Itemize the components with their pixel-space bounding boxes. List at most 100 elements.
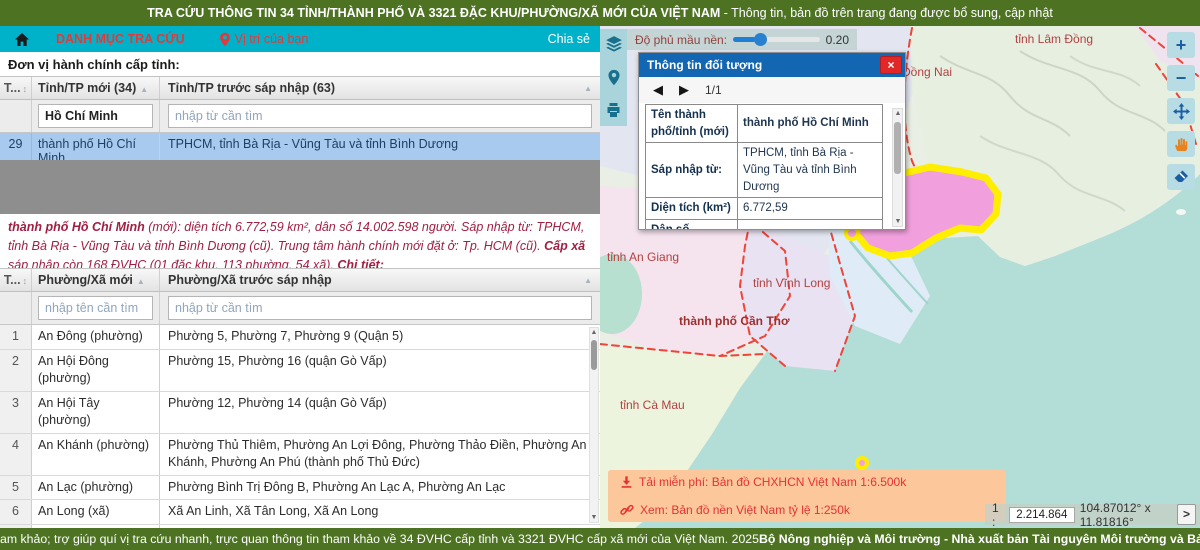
move-icon xyxy=(1173,103,1190,120)
page-title-note: - Thông tin, bản đồ trên trang đang được… xyxy=(720,6,1053,20)
layers-icon xyxy=(605,35,623,53)
print-button[interactable] xyxy=(604,100,624,120)
scroll-down-icon[interactable]: ▼ xyxy=(894,218,902,225)
slider-fill xyxy=(733,37,756,42)
ward-table-header: T...↕ Phường/Xã mới▲ Phường/Xã trước sáp… xyxy=(0,269,600,292)
map-links-box: Tải miễn phí: Bản đồ CHXHCN Việt Nam 1:6… xyxy=(608,470,1006,522)
opacity-slider[interactable] xyxy=(733,37,820,42)
sort-asc-icon: ▲ xyxy=(140,85,148,94)
zoom-out-button[interactable]: − xyxy=(1167,65,1195,91)
ward-table-scrollbar[interactable]: ▲ ▼ xyxy=(589,327,599,523)
popup-scrollbar[interactable]: ▲ ▼ xyxy=(892,108,903,227)
scale-bar: 1 : 104.87012° x 11.81816° xyxy=(985,504,1200,525)
opacity-value: 0.20 xyxy=(826,33,849,47)
eraser-tool-button[interactable] xyxy=(1167,164,1195,190)
table-row[interactable]: 2An Hội Đông (phường)Phường 15, Phường 1… xyxy=(0,350,600,392)
map-controls: + − xyxy=(1167,32,1195,190)
sort-asc-icon: ▲ xyxy=(137,277,145,286)
app-window: TRA CỨU THÔNG TIN 34 TỈNH/THÀNH PHỐ VÀ 3… xyxy=(0,0,1200,550)
province-col-new[interactable]: Tỉnh/TP mới (34)▲ xyxy=(32,77,160,99)
nav-item-your-location[interactable]: Vị trí của bạn xyxy=(219,32,309,47)
link-icon xyxy=(620,503,634,517)
footer-bar: am khảo; trợ giúp quí vị tra cứu nhanh, … xyxy=(0,528,1200,550)
top-title-bar: TRA CỨU THÔNG TIN 34 TỈNH/THÀNH PHỐ VÀ 3… xyxy=(0,0,1200,26)
pager-count: 1/1 xyxy=(705,83,722,97)
opacity-slider-label: Độ phủ mầu nền: xyxy=(635,33,727,47)
ward-old-filter-input[interactable] xyxy=(168,296,592,320)
popup-title: Thông tin đối tượng xyxy=(647,58,762,72)
map-canvas[interactable]: tỉnh Lâm Đồng Đồng Nai tỉnh An Giang tỉn… xyxy=(600,26,1200,528)
hand-tool-button[interactable] xyxy=(1167,131,1195,157)
scroll-up-icon[interactable]: ▲ xyxy=(894,110,902,117)
popup-attribute-table: Tên thành phố/tỉnh (mới)thành phố Hồ Chí… xyxy=(645,104,883,230)
province-section-heading: Đơn vị hành chính cấp tỉnh: xyxy=(8,57,180,72)
view-basemap-link[interactable]: Xem: Bản đồ nền Việt Nam tỷ lệ 1:250k xyxy=(620,503,994,517)
locate-button[interactable] xyxy=(604,67,624,87)
eraser-icon xyxy=(1173,169,1189,185)
scale-prefix: 1 : xyxy=(992,501,1004,529)
close-icon: × xyxy=(887,58,894,72)
sort-icon: ↕ xyxy=(23,276,28,286)
object-info-popup: Thông tin đối tượng × ◀ ▶ 1/1 Tên thành … xyxy=(638,52,906,230)
empty-table-area xyxy=(0,160,600,214)
scroll-up-icon[interactable]: ▲ xyxy=(590,329,598,336)
left-panel: Đơn vị hành chính cấp tỉnh: T...↕ Tỉnh/T… xyxy=(0,52,600,528)
minus-icon: − xyxy=(1176,68,1187,89)
table-row[interactable]: 1An Đông (phường)Phường 5, Phường 7, Phư… xyxy=(0,325,600,350)
home-icon xyxy=(14,32,30,47)
chevron-right-icon: > xyxy=(1183,507,1190,521)
zoom-in-button[interactable]: + xyxy=(1167,32,1195,58)
ward-col-new[interactable]: Phường/Xã mới▲ xyxy=(32,269,160,291)
slider-thumb[interactable] xyxy=(754,33,767,46)
map-tool-strip xyxy=(600,29,627,126)
location-pin-icon xyxy=(219,32,231,47)
pan-mode-button[interactable] xyxy=(1167,98,1195,124)
ward-col-old[interactable]: Phường/Xã trước sáp nhập▲ xyxy=(160,269,600,291)
popup-header[interactable]: Thông tin đối tượng xyxy=(639,53,905,77)
hand-icon xyxy=(1173,136,1189,152)
table-row[interactable]: 3An Hội Tây (phường)Phường 12, Phường 14… xyxy=(0,392,600,434)
layers-button[interactable] xyxy=(604,34,624,54)
sort-icon: ↕ xyxy=(23,84,28,94)
page-title: TRA CỨU THÔNG TIN 34 TỈNH/THÀNH PHỐ VÀ 3… xyxy=(147,6,720,20)
province-new-filter-input[interactable] xyxy=(38,104,153,128)
panel-expand-button[interactable]: > xyxy=(1177,504,1196,525)
nav-item-catalog[interactable]: DANH MỤC TRA CỨU xyxy=(56,32,185,46)
pager-prev-icon[interactable]: ◀ xyxy=(653,82,663,98)
ward-rows: 1An Đông (phường)Phường 5, Phường 7, Phư… xyxy=(0,325,600,528)
sort-asc-icon: ▲ xyxy=(584,276,592,285)
share-button[interactable]: Chia sẻ xyxy=(548,32,590,46)
province-old-filter-input[interactable] xyxy=(168,104,592,128)
home-button[interactable] xyxy=(14,32,34,47)
table-row: Diện tích (km²)6.772,59 xyxy=(646,198,883,220)
map-label-ca-mau: tỉnh Cà Mau xyxy=(620,398,685,412)
table-row[interactable]: 6An Long (xã)Xã An Linh, Xã Tân Long, Xã… xyxy=(0,500,600,525)
scale-input[interactable] xyxy=(1009,507,1075,523)
province-table: T...↕ Tỉnh/TP mới (34)▲ Tỉnh/TP trước sá… xyxy=(0,76,600,170)
scrollbar-thumb[interactable] xyxy=(591,340,597,370)
nav-bar: DANH MỤC TRA CỨU Vị trí của bạn Chia sẻ xyxy=(0,26,600,52)
popup-close-button[interactable]: × xyxy=(880,56,902,74)
table-row: Sáp nhập từ:TPHCM, tỉnh Bà Rịa - Vũng Tà… xyxy=(646,143,883,198)
province-col-num[interactable]: T...↕ xyxy=(0,77,32,99)
scrollbar-thumb[interactable] xyxy=(894,122,901,174)
plus-icon: + xyxy=(1176,35,1187,56)
map-label-an-giang: tỉnh An Giang xyxy=(607,250,679,264)
table-row[interactable]: 5An Lạc (phường)Phường Bình Trị Đông B, … xyxy=(0,476,600,501)
footer-text: am khảo; trợ giúp quí vị tra cứu nhanh, … xyxy=(0,532,759,546)
ward-new-filter-input[interactable] xyxy=(38,296,153,320)
printer-icon xyxy=(605,102,622,118)
map-label-lam-dong: tỉnh Lâm Đồng xyxy=(1015,32,1093,46)
map-pin-icon xyxy=(607,69,621,86)
province-filter-spacer xyxy=(0,100,32,132)
province-col-old[interactable]: Tỉnh/TP trước sáp nhập (63)▲ xyxy=(160,77,600,99)
pager-next-icon[interactable]: ▶ xyxy=(679,82,689,98)
ward-filter-row xyxy=(0,292,600,325)
footer-org: Bộ Nông nghiệp và Môi trường - Nhà xuất … xyxy=(759,532,1200,546)
sort-asc-icon: ▲ xyxy=(584,84,592,93)
table-row[interactable]: 4An Khánh (phường)Phường Thủ Thiêm, Phườ… xyxy=(0,434,600,476)
scroll-down-icon[interactable]: ▼ xyxy=(590,514,598,521)
download-link[interactable]: Tải miễn phí: Bản đồ CHXHCN Việt Nam 1:6… xyxy=(620,475,994,489)
province-description: thành phố Hồ Chí Minh (mới): diện tích 6… xyxy=(8,218,590,274)
ward-col-num[interactable]: T...↕ xyxy=(0,269,32,291)
